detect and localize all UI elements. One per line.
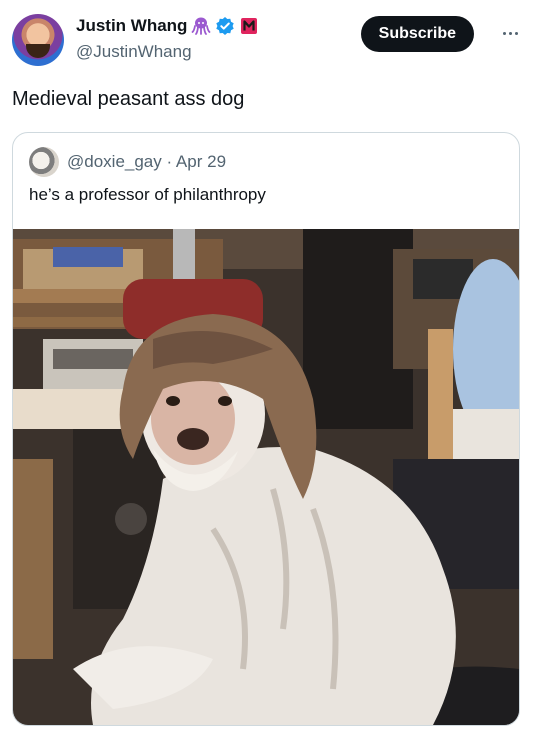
quoted-author-avatar[interactable] (29, 147, 59, 177)
dog-photo[interactable] (13, 229, 519, 725)
quoted-handle-date[interactable]: @doxie_gay · Apr 29 (67, 152, 226, 172)
more-dot (508, 31, 512, 35)
verified-icon[interactable] (215, 16, 235, 36)
quoted-tweet-header: @doxie_gay · Apr 29 (29, 147, 226, 177)
author-name-row: Justin Whang (76, 16, 259, 36)
more-options-icon[interactable] (498, 24, 522, 42)
quoted-tweet-text: he’s a professor of philanthropy (29, 185, 266, 204)
author-avatar[interactable] (12, 14, 64, 66)
subscribe-button[interactable]: Subscribe (360, 16, 474, 52)
more-dot (514, 31, 518, 35)
quoted-tweet[interactable]: @doxie_gay · Apr 29 he’s a professor of … (12, 132, 520, 726)
author-display-name[interactable]: Justin Whang (76, 16, 187, 36)
author-handle[interactable]: @JustinWhang (76, 42, 192, 62)
octopus-icon (191, 16, 211, 36)
more-dot (502, 31, 506, 35)
tweet-text: Medieval peasant ass dog (12, 88, 245, 110)
m-badge-icon[interactable] (239, 16, 259, 36)
tweet-header: Justin Whang @JustinWhang Subscribe (12, 14, 522, 70)
